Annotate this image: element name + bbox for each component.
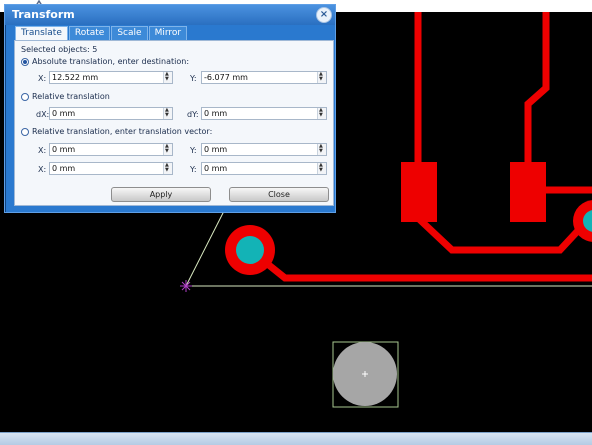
absolute-x-label: X: xyxy=(38,74,47,83)
spin-down-icon[interactable]: ▼ xyxy=(319,77,323,82)
relative-dy-spinner[interactable]: ▲ ▼ xyxy=(317,108,326,119)
vector-row1-y-spinner[interactable]: ▲ ▼ xyxy=(317,144,326,155)
vector-row2-x-spinner[interactable]: ▲ ▼ xyxy=(163,163,172,174)
vector-row1-y-value: 0 mm xyxy=(204,145,228,154)
vector-row2-x-input[interactable]: 0 mm ▲ ▼ xyxy=(49,162,173,175)
smd-pad-right[interactable] xyxy=(510,162,546,222)
relative-dx-value: 0 mm xyxy=(52,109,76,118)
absolute-label: Absolute translation, enter destination: xyxy=(32,57,190,66)
transform-dialog: Transform × Translate Rotate Scale Mirro… xyxy=(4,4,336,213)
vector-row1-x-input[interactable]: 0 mm ▲ ▼ xyxy=(49,143,173,156)
spin-down-icon[interactable]: ▼ xyxy=(165,113,169,118)
vector-row1-y-label: Y: xyxy=(190,146,197,155)
trace-pad-connection[interactable] xyxy=(247,247,592,282)
close-icon[interactable]: × xyxy=(316,7,332,23)
vector-row1-y-input[interactable]: 0 mm ▲ ▼ xyxy=(201,143,327,156)
tab-scale[interactable]: Scale xyxy=(111,26,148,41)
tab-strip: Translate Rotate Scale Mirror xyxy=(15,26,188,41)
vector-label: Relative translation, enter translation … xyxy=(32,127,213,136)
trace-vertical-right[interactable] xyxy=(524,12,550,165)
tab-rotate[interactable]: Rotate xyxy=(68,26,111,41)
tab-translate[interactable]: Translate xyxy=(15,26,68,41)
spin-down-icon[interactable]: ▼ xyxy=(319,113,323,118)
spin-down-icon[interactable]: ▼ xyxy=(319,168,323,173)
vector-row2-x-label: X: xyxy=(38,165,47,174)
vector-row1-x-label: X: xyxy=(38,146,47,155)
vector-row1-x-spinner[interactable]: ▲ ▼ xyxy=(163,144,172,155)
absolute-radio[interactable] xyxy=(21,58,29,66)
spin-down-icon[interactable]: ▼ xyxy=(165,149,169,154)
spin-down-icon[interactable]: ▼ xyxy=(165,77,169,82)
absolute-y-value: -6.077 mm xyxy=(204,73,248,82)
translate-panel: Selected objects: 5 Absolute translation… xyxy=(14,40,334,206)
spin-down-icon[interactable]: ▼ xyxy=(319,149,323,154)
relative-radio[interactable] xyxy=(21,93,29,101)
relative-dx-input[interactable]: 0 mm ▲ ▼ xyxy=(49,107,173,120)
vector-row2-y-label: Y: xyxy=(190,165,197,174)
relative-dx-label: dX: xyxy=(36,110,50,119)
vector-row1-x-value: 0 mm xyxy=(52,145,76,154)
trace-bottom-route[interactable] xyxy=(415,215,589,254)
dialog-title: Transform xyxy=(12,8,75,21)
relative-dy-input[interactable]: 0 mm ▲ ▼ xyxy=(201,107,327,120)
absolute-x-input[interactable]: 12.522 mm ▲ ▼ xyxy=(49,71,173,84)
pad-drill-hole xyxy=(236,236,264,264)
relative-dy-value: 0 mm xyxy=(204,109,228,118)
vector-radio[interactable] xyxy=(21,128,29,136)
board-outline-diagonal xyxy=(185,210,225,287)
dialog-titlebar[interactable]: Transform × xyxy=(5,5,335,25)
spin-down-icon[interactable]: ▼ xyxy=(165,168,169,173)
tab-mirror[interactable]: Mirror xyxy=(148,26,188,41)
apply-button[interactable]: Apply xyxy=(111,187,211,202)
relative-dy-label: dY: xyxy=(187,110,199,119)
smd-pad-left[interactable] xyxy=(401,162,437,222)
vector-row2-y-spinner[interactable]: ▲ ▼ xyxy=(317,163,326,174)
absolute-y-spinner[interactable]: ▲ ▼ xyxy=(317,72,326,83)
crosshair-icon xyxy=(180,280,192,292)
absolute-y-input[interactable]: -6.077 mm ▲ ▼ xyxy=(201,71,327,84)
vector-row2-y-input[interactable]: 0 mm ▲ ▼ xyxy=(201,162,327,175)
status-bar xyxy=(0,432,592,445)
selected-objects-label: Selected objects: 5 xyxy=(21,45,98,54)
relative-label: Relative translation xyxy=(32,92,110,101)
vector-row2-x-value: 0 mm xyxy=(52,164,76,173)
vector-row2-y-value: 0 mm xyxy=(204,164,228,173)
absolute-y-label: Y: xyxy=(190,74,197,83)
close-button[interactable]: Close xyxy=(229,187,329,202)
absolute-x-value: 12.522 mm xyxy=(52,73,99,82)
relative-dx-spinner[interactable]: ▲ ▼ xyxy=(163,108,172,119)
absolute-x-spinner[interactable]: ▲ ▼ xyxy=(163,72,172,83)
